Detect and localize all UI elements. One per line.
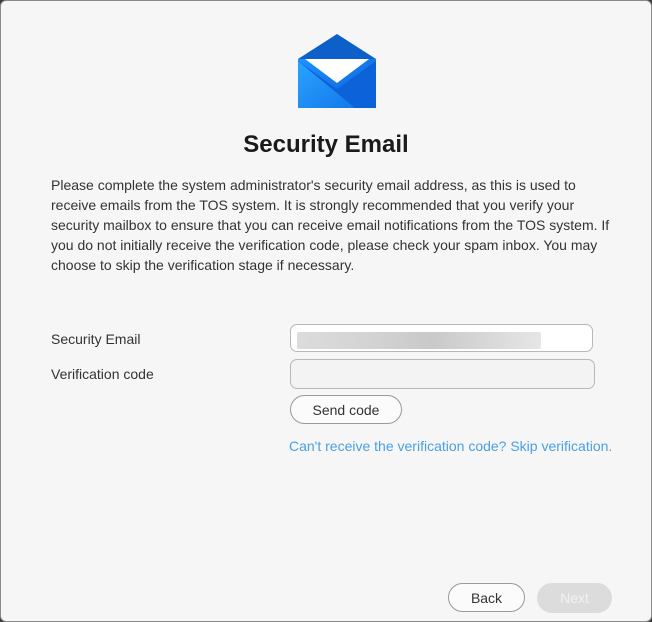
skip-verification-link[interactable]: Can't receive the verification code? Ski… [289, 437, 612, 455]
mail-open-icon [298, 34, 376, 108]
email-value-redacted [297, 332, 541, 349]
verification-code-label: Verification code [51, 366, 154, 382]
page-title: Security Email [243, 131, 409, 158]
security-email-dialog: Security Email Please complete the syste… [0, 0, 652, 622]
back-button[interactable]: Back [448, 583, 525, 612]
send-code-button[interactable]: Send code [290, 395, 402, 424]
next-button[interactable]: Next [537, 583, 612, 613]
verification-code-input[interactable] [290, 359, 595, 389]
security-email-label: Security Email [51, 331, 141, 347]
description-text: Please complete the system administrator… [51, 177, 610, 273]
